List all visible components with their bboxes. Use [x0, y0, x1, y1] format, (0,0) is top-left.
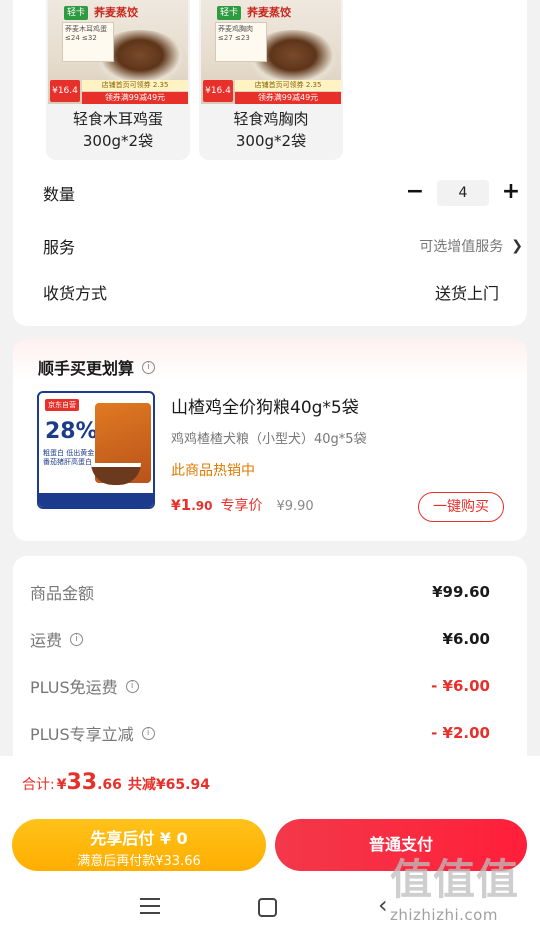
brand-title: 荞麦蒸饺	[94, 6, 138, 19]
summary-label: 运费	[30, 631, 63, 650]
jd-self-operated-tag: 京东自营	[45, 399, 79, 411]
variant-name: 轻食鸡胸肉 300g*2袋	[199, 108, 343, 152]
brand-badge: 轻卡	[217, 6, 242, 20]
summary-label: PLUS专享立减	[30, 725, 134, 744]
price-currency: ¥	[171, 498, 181, 514]
bundle-recommendation-card: 顺手买更划算 i 京东自营 28% 粗蛋白 低出黄金番茄猪肝高蛋白 山楂鸡全价狗…	[13, 339, 527, 541]
watermark-url: zhizhizhi.com	[390, 906, 498, 924]
plus-button[interactable]: +	[499, 181, 523, 205]
hot-selling-label: 此商品热销中	[171, 463, 255, 479]
bundle-product-image[interactable]: 京东自营 28% 粗蛋白 低出黄金番茄猪肝高蛋白	[37, 391, 155, 509]
brand-badge: 轻卡	[64, 6, 89, 20]
package-label: 荞麦木耳鸡蛋 ≤24 ≤32	[62, 22, 114, 62]
info-icon[interactable]: i	[125, 679, 139, 693]
watermark-logo: 值值值	[390, 855, 520, 904]
info-icon[interactable]: i	[142, 360, 156, 374]
price-tag: ¥16.4	[203, 80, 233, 102]
price-tag: ¥16.4	[50, 80, 80, 102]
variant-name-line2: 300g*2袋	[82, 132, 154, 150]
info-icon[interactable]: i	[141, 726, 155, 740]
quantity-label: 数量	[43, 185, 76, 204]
chevron-right-icon: ❯	[511, 238, 523, 254]
total-integer: 33	[66, 770, 98, 795]
product-options-card: 轻卡 荞麦蒸饺 荞麦木耳鸡蛋 ≤24 ≤32 ¥16.4 店铺首页可领券 2.3…	[13, 0, 527, 326]
delivery-value: 送货上门	[434, 284, 499, 303]
summary-value: - ¥2.00	[431, 724, 490, 742]
variant-option-chicken-breast[interactable]: 轻卡 荞麦蒸饺 荞麦鸡胸肉 ≤27 ≤23 ¥16.4 店铺首页可领券 2.35…	[199, 0, 343, 160]
service-label: 服务	[43, 238, 76, 257]
home-icon[interactable]	[258, 898, 277, 917]
total-currency: ¥	[56, 777, 67, 793]
pay-later-button[interactable]: 先享后付 ¥ 0 满意后再付款¥33.66	[12, 819, 266, 871]
info-icon[interactable]: i	[70, 632, 84, 646]
service-value: 可选增值服务	[419, 239, 504, 255]
variant-image: 轻卡 荞麦蒸饺 荞麦鸡胸肉 ≤27 ≤23 ¥16.4 店铺首页可领券 2.35…	[201, 0, 341, 104]
quantity-row: 数量 − 4 +	[43, 178, 523, 208]
service-selector[interactable]: 可选增值服务 ❯	[419, 236, 523, 256]
quantity-input[interactable]: 4	[437, 180, 489, 206]
brand-title: 荞麦蒸饺	[247, 6, 291, 19]
summary-row-plus-free-shipping: PLUS免运费 i - ¥6.00	[30, 673, 490, 699]
pay-later-title: 先享后付 ¥ 0	[90, 829, 188, 848]
pay-later-subtitle: 满意后再付款¥33.66	[77, 854, 201, 869]
one-click-buy-button[interactable]: 一键购买	[418, 492, 504, 522]
promo-small: 店铺首页可领券 2.35	[82, 80, 188, 91]
back-icon[interactable]: ‹	[378, 892, 388, 918]
delivery-row[interactable]: 收货方式 送货上门	[43, 277, 523, 307]
original-price: ¥9.90	[276, 499, 314, 514]
package-strip	[39, 493, 153, 507]
bundle-title: 顺手买更划算 i	[38, 355, 156, 379]
recent-apps-icon[interactable]	[140, 898, 160, 914]
summary-row-plus-discount: PLUS专享立减 i - ¥2.00	[30, 720, 490, 746]
delivery-label: 收货方式	[43, 284, 108, 303]
summary-value: - ¥6.00	[431, 677, 490, 695]
promo-small: 店铺首页可领券 2.35	[235, 80, 341, 91]
summary-row-goods: 商品金额 ¥99.60	[30, 579, 490, 605]
exclusive-price-label: 专享价	[220, 498, 263, 514]
variant-name-line2: 300g*2袋	[235, 132, 307, 150]
variant-option-mushroom-egg[interactable]: 轻卡 荞麦蒸饺 荞麦木耳鸡蛋 ≤24 ≤32 ¥16.4 店铺首页可领券 2.3…	[46, 0, 190, 160]
bundle-price: ¥ 1 .90 专享价 ¥9.90	[171, 495, 314, 515]
summary-label-wrap: 运费 i	[30, 627, 84, 651]
total-amount: 合计: ¥ 33 .66 共减¥65.94	[22, 770, 210, 795]
summary-label-wrap: PLUS专享立减 i	[30, 721, 155, 745]
variant-name: 轻食木耳鸡蛋 300g*2袋	[46, 108, 190, 152]
total-label: 合计:	[22, 777, 55, 793]
site-watermark: 值值值 zhizhizhi.com	[390, 856, 535, 936]
protein-percent-text: 28%	[45, 419, 98, 444]
summary-value: ¥99.60	[432, 583, 490, 601]
quantity-stepper: − 4 +	[403, 180, 523, 206]
promo-banner: 领券满99减49元	[235, 92, 341, 104]
total-saved: 共减¥65.94	[127, 777, 210, 793]
service-row[interactable]: 服务 可选增值服务 ❯	[43, 231, 523, 261]
variant-name-line1: 轻食木耳鸡蛋	[72, 110, 163, 128]
summary-row-shipping: 运费 i ¥6.00	[30, 626, 490, 652]
bundle-product-name[interactable]: 山楂鸡全价狗粮40g*5袋	[171, 393, 359, 418]
price-decimal: .90	[191, 499, 213, 513]
bundle-title-text: 顺手买更划算	[38, 359, 135, 378]
price-summary-card: 商品金额 ¥99.60 运费 i ¥6.00 PLUS免运费 i - ¥6.00…	[13, 556, 527, 756]
variant-name-line1: 轻食鸡胸肉	[233, 110, 309, 128]
summary-value: ¥6.00	[442, 630, 490, 648]
total-decimal: .66	[97, 777, 122, 793]
variant-image: 轻卡 荞麦蒸饺 荞麦木耳鸡蛋 ≤24 ≤32 ¥16.4 店铺首页可领券 2.3…	[48, 0, 188, 104]
package-label: 荞麦鸡胸肉 ≤27 ≤23	[215, 22, 267, 62]
summary-label: PLUS免运费	[30, 678, 118, 697]
price-integer: 1	[180, 496, 192, 514]
summary-label: 商品金额	[30, 584, 95, 603]
bundle-product-desc: 鸡鸡楂楂犬粮（小型犬）40g*5袋	[171, 432, 367, 447]
minus-button[interactable]: −	[403, 181, 427, 205]
promo-banner: 领券满99减49元	[82, 92, 188, 104]
summary-label-wrap: PLUS免运费 i	[30, 674, 139, 698]
